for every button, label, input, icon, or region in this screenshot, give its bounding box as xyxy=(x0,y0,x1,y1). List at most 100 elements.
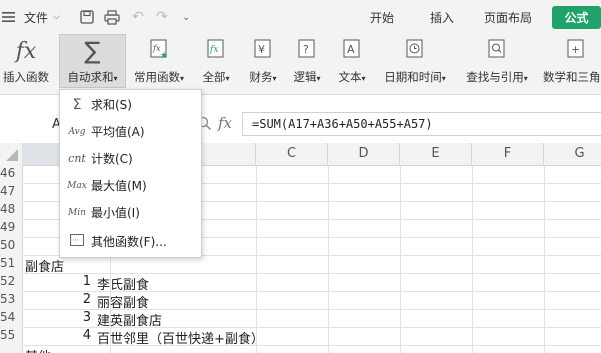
caret-down-icon: ▾ xyxy=(179,74,184,83)
text-a-icon: A xyxy=(342,38,362,63)
cell-a55[interactable]: 4 xyxy=(22,328,91,343)
menu-item-average[interactable]: Avg 平均值(A) xyxy=(60,118,201,145)
star-function-icon: fx ★ xyxy=(149,38,169,63)
fx-box-icon: fx xyxy=(206,38,226,63)
lookup-label: 查找与引用 xyxy=(466,70,524,84)
menu-item-sum[interactable]: Σ 求和(S) xyxy=(60,91,201,118)
row-number[interactable]: 53 xyxy=(0,292,22,306)
insert-function-label: 插入函数 xyxy=(3,70,49,84)
column-header-f[interactable]: F xyxy=(472,143,544,165)
row-number[interactable]: 51 xyxy=(0,256,22,270)
tab-home[interactable]: 开始 xyxy=(370,0,394,34)
row-number[interactable]: 48 xyxy=(0,202,22,216)
question-icon: ? xyxy=(297,38,317,63)
common-label-wrap: 常用函数▾ xyxy=(131,69,187,85)
tab-formula-label: 公式 xyxy=(564,11,589,25)
svg-text:¥: ¥ xyxy=(258,43,265,56)
row-number[interactable]: 49 xyxy=(0,220,22,234)
menu-icon[interactable] xyxy=(2,0,16,34)
caret-down-icon: ▾ xyxy=(441,74,446,83)
column-header-e[interactable]: E xyxy=(400,143,472,165)
title-bar: 文件 ⌵ ↶ ↷ ⌄ 开始 插入 页面布局 公式 xyxy=(0,0,601,34)
column-header-d[interactable]: D xyxy=(328,143,400,165)
all-functions-label: 全部 xyxy=(202,70,226,84)
print-icon[interactable] xyxy=(104,0,120,34)
save-icon[interactable] xyxy=(80,0,95,34)
max-icon: Max xyxy=(67,180,87,191)
all-label-wrap: 全部▾ xyxy=(196,69,236,85)
menu-item-more-functions[interactable]: ⋯ 其他函数(F)... xyxy=(60,228,201,255)
caret-down-icon: ▾ xyxy=(316,74,321,83)
row-number[interactable]: 55 xyxy=(0,328,22,342)
row-number[interactable]: 47 xyxy=(0,184,22,198)
text-button[interactable]: A 文本▾ xyxy=(332,34,372,92)
logic-label-wrap: 逻辑▾ xyxy=(287,69,327,85)
menu-item-count-label: 计数(C) xyxy=(91,152,133,166)
finance-button[interactable]: ¥ 财务▾ xyxy=(241,34,285,92)
svg-text:★: ★ xyxy=(160,51,168,60)
redo-icon[interactable]: ↷ xyxy=(156,0,168,34)
yen-icon: ¥ xyxy=(253,38,273,63)
tab-home-label: 开始 xyxy=(370,10,395,25)
datetime-label: 日期和时间 xyxy=(384,70,442,84)
sigma-icon: ∑ xyxy=(84,37,101,65)
menu-item-average-label: 平均值(A) xyxy=(91,125,145,139)
formula-input[interactable]: =SUM(A17+A36+A50+A55+A57) xyxy=(242,112,601,136)
svg-text:fx: fx xyxy=(209,45,218,55)
autosum-label: 自动求和 xyxy=(67,70,114,84)
svg-text:A: A xyxy=(347,43,355,56)
undo-icon[interactable]: ↶ xyxy=(132,0,144,34)
cell-b55[interactable]: 百世邻里（百世快递+副食） xyxy=(97,328,264,347)
tab-page-layout-label: 页面布局 xyxy=(484,10,533,25)
caret-down-icon: ▾ xyxy=(225,74,230,83)
common-functions-label: 常用函数 xyxy=(133,70,180,84)
math-trig-label: 数学和三角 xyxy=(543,70,601,84)
common-functions-button[interactable]: fx ★ 常用函数▾ xyxy=(131,34,187,92)
insert-function-button[interactable]: fx 插入函数 xyxy=(0,34,52,92)
clock-icon xyxy=(405,38,425,63)
column-header-c[interactable]: C xyxy=(256,143,328,165)
row-number[interactable]: 50 xyxy=(0,238,22,252)
datetime-label-wrap: 日期和时间▾ xyxy=(378,69,452,85)
more-functions-icon: ⋯ xyxy=(63,234,91,249)
svg-text:?: ? xyxy=(303,43,309,56)
chevron-down-icon: ⌵ xyxy=(53,12,60,22)
row-number[interactable]: 46 xyxy=(0,166,22,180)
row-number[interactable]: 54 xyxy=(0,310,22,324)
all-functions-button[interactable]: fx 全部▾ xyxy=(196,34,236,92)
formula-text: =SUM(A17+A36+A50+A55+A57) xyxy=(252,117,433,131)
menu-item-sum-label: 求和(S) xyxy=(91,98,132,112)
cell-a54[interactable]: 3 xyxy=(22,310,91,325)
math-trig-button[interactable]: + 数学和三角 xyxy=(541,34,601,92)
menu-item-min-label: 最小值(I) xyxy=(91,206,140,220)
tab-insert[interactable]: 插入 xyxy=(430,0,454,34)
menu-item-min[interactable]: Min 最小值(I) xyxy=(60,199,201,226)
min-icon: Min xyxy=(68,207,86,218)
row-number[interactable]: 52 xyxy=(0,274,22,288)
caret-down-icon: ▾ xyxy=(113,74,118,83)
menu-item-count[interactable]: cnt 计数(C) xyxy=(60,145,201,172)
tab-formula[interactable]: 公式 xyxy=(552,6,601,29)
lookup-button[interactable]: 查找与引用▾ xyxy=(459,34,535,92)
text-label: 文本 xyxy=(338,70,362,84)
more-functions-glyph: ⋯ xyxy=(72,236,79,244)
autosum-dropdown-menu: Σ 求和(S) Avg 平均值(A) cnt 计数(C) Max 最大值(M) … xyxy=(59,89,202,258)
cell-a52[interactable]: 1 xyxy=(22,274,91,289)
finance-label-wrap: 财务▾ xyxy=(241,69,285,85)
ribbon: fx 插入函数 ∑ 自动求和▾ fx ★ 常用函数▾ fx 全部▾ ¥ 财务▾ ?… xyxy=(0,34,601,95)
logic-button[interactable]: ? 逻辑▾ xyxy=(287,34,327,92)
column-header-g[interactable]: G xyxy=(544,143,601,165)
datetime-button[interactable]: 日期和时间▾ xyxy=(378,34,452,92)
menu-item-max-label: 最大值(M) xyxy=(91,179,147,193)
fx-button[interactable]: fx xyxy=(218,114,232,132)
autosum-button[interactable]: ∑ 自动求和▾ xyxy=(59,34,126,88)
file-menu[interactable]: 文件 ⌵ xyxy=(24,0,60,34)
customize-chevron-icon[interactable]: ⌄ xyxy=(182,0,190,34)
cell-a53[interactable]: 2 xyxy=(22,292,91,307)
caret-down-icon: ▾ xyxy=(272,74,277,83)
menu-item-max[interactable]: Max 最大值(M) xyxy=(60,172,201,199)
select-all-corner[interactable] xyxy=(0,143,23,165)
cell-a56[interactable]: 其他 xyxy=(25,346,51,353)
tab-page-layout[interactable]: 页面布局 xyxy=(484,0,532,34)
cnt-icon: cnt xyxy=(68,152,86,165)
